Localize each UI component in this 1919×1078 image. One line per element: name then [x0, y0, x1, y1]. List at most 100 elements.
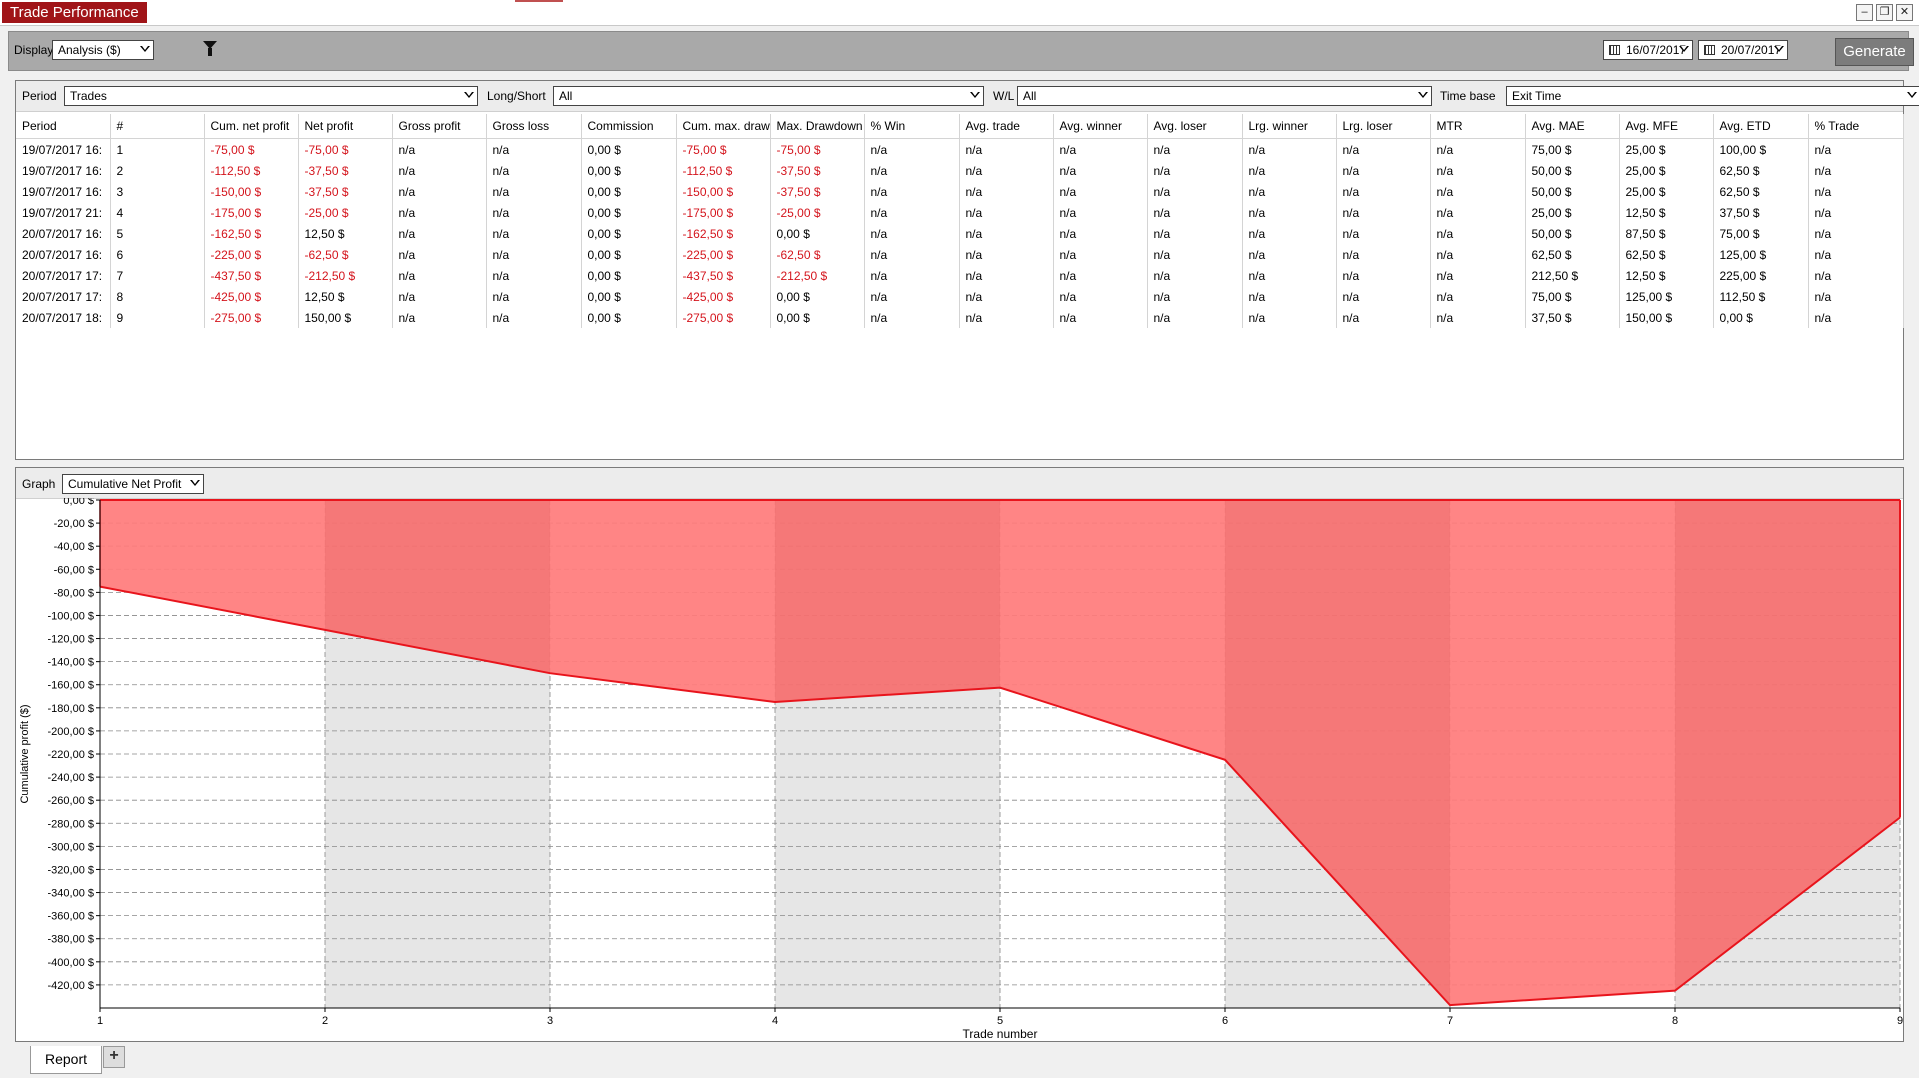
- restore-icon[interactable]: ❐: [1876, 4, 1893, 21]
- add-tab-button[interactable]: +: [103, 1046, 125, 1068]
- column-header[interactable]: Avg. MFE: [1619, 114, 1714, 139]
- period-select-value: Trades: [70, 89, 107, 103]
- table-row[interactable]: 20/07/2017 17: 8 -425,00 $12,50 $ n/a n/a 0,0…: [16, 286, 1904, 307]
- column-header[interactable]: Gross profit: [392, 114, 487, 139]
- table-cell: n/a: [1242, 244, 1337, 265]
- column-header[interactable]: Lrg. loser: [1336, 114, 1431, 139]
- table-cell: n/a: [1336, 265, 1431, 286]
- table-row[interactable]: 20/07/2017 16: 6 -225,00 $ -62,50 $ n/a n/a 0,…: [16, 244, 1904, 265]
- x-tick-label: 8: [1672, 1015, 1678, 1027]
- x-tick-label: 6: [1222, 1015, 1228, 1027]
- table-cell: -212,50 $: [298, 265, 393, 286]
- column-header[interactable]: Avg. loser: [1147, 114, 1243, 139]
- table-row[interactable]: 19/07/2017 16: 2 -112,50 $ -37,50 $ n/a n/a 0,…: [16, 160, 1904, 181]
- y-tick-label: -180,00 $: [48, 703, 94, 715]
- table-cell: n/a: [1336, 286, 1431, 307]
- table-row[interactable]: 19/07/2017 16: 3 -150,00 $ -37,50 $ n/a n/a 0,…: [16, 181, 1904, 202]
- period-select[interactable]: Trades: [64, 86, 478, 106]
- timebase-select[interactable]: Exit Time: [1506, 86, 1919, 106]
- wl-label: W/L: [993, 89, 1015, 103]
- table-cell: 112,50 $: [1713, 286, 1809, 307]
- table-cell: -175,00 $: [676, 202, 771, 223]
- table-cell: n/a: [1808, 202, 1904, 223]
- table-cell: 7: [110, 265, 205, 286]
- table-cell: n/a: [864, 202, 960, 223]
- chevron-down-icon: [1907, 92, 1917, 98]
- table-cell: -62,50 $: [770, 244, 865, 265]
- table-row[interactable]: 20/07/2017 16: 5 -162,50 $12,50 $ n/a n/a 0,0…: [16, 223, 1904, 244]
- table-cell: 12,50 $: [1619, 202, 1714, 223]
- table-cell: -437,50 $: [676, 265, 771, 286]
- column-header[interactable]: Period: [16, 114, 111, 139]
- column-header[interactable]: Lrg. winner: [1242, 114, 1337, 139]
- column-header[interactable]: Avg. ETD: [1713, 114, 1809, 139]
- y-tick-label: -20,00 $: [54, 518, 94, 530]
- column-header[interactable]: Cum. net profit: [204, 114, 299, 139]
- table-cell: n/a: [1336, 160, 1431, 181]
- table-cell: n/a: [392, 265, 487, 286]
- graph-select[interactable]: Cumulative Net Profit: [62, 474, 204, 494]
- tab-report[interactable]: Report: [30, 1046, 102, 1074]
- column-header[interactable]: Avg. MAE: [1525, 114, 1620, 139]
- column-header[interactable]: Max. Drawdown: [770, 114, 865, 139]
- table-cell: n/a: [1430, 286, 1526, 307]
- table-cell: n/a: [1242, 160, 1337, 181]
- minimize-icon[interactable]: –: [1856, 4, 1873, 21]
- timebase-select-value: Exit Time: [1512, 89, 1562, 103]
- column-header[interactable]: % Win: [864, 114, 960, 139]
- table-cell: n/a: [1053, 160, 1148, 181]
- table-cell: 212,50 $: [1525, 265, 1620, 286]
- chevron-down-icon: [1418, 92, 1428, 98]
- table-cell: -225,00 $: [204, 244, 299, 265]
- column-header[interactable]: Avg. winner: [1053, 114, 1148, 139]
- table-cell: 150,00 $: [1619, 307, 1714, 328]
- table-cell: 20/07/2017 17:: [16, 286, 111, 307]
- table-cell: n/a: [1808, 265, 1904, 286]
- column-header[interactable]: MTR: [1430, 114, 1526, 139]
- y-tick-label: -420,00 $: [48, 980, 94, 992]
- graph-panel: Graph Cumulative Net Profit 0,00 $ -20,00…: [15, 467, 1904, 1042]
- chevron-down-icon: [1679, 46, 1689, 52]
- table-row[interactable]: 20/07/2017 18: 9 -275,00 $150,00 $ n/a n/a 0,…: [16, 307, 1904, 328]
- display-select[interactable]: Analysis ($): [52, 40, 154, 60]
- date-from-picker[interactable]: 16/07/2017: [1603, 40, 1693, 60]
- table-cell: 0,00 $: [581, 223, 677, 244]
- table-cell: 0,00 $: [770, 286, 865, 307]
- table-cell: -75,00 $: [770, 138, 865, 160]
- table-cell: -37,50 $: [770, 181, 865, 202]
- table-row[interactable]: 19/07/2017 21: 4 -175,00 $ -25,00 $ n/a n/a 0,…: [16, 202, 1904, 223]
- column-header[interactable]: Gross loss: [486, 114, 582, 139]
- wl-select[interactable]: All: [1017, 86, 1432, 106]
- column-header[interactable]: % Trade: [1808, 114, 1904, 139]
- filter-icon[interactable]: [203, 41, 217, 56]
- column-header[interactable]: Commission: [581, 114, 677, 139]
- table-cell: n/a: [486, 265, 582, 286]
- y-tick-label: -200,00 $: [48, 726, 94, 738]
- table-cell: n/a: [1147, 181, 1243, 202]
- table-cell: -37,50 $: [298, 181, 393, 202]
- table-cell: 50,00 $: [1525, 181, 1620, 202]
- x-tick-label: 9: [1897, 1015, 1903, 1027]
- table-cell: n/a: [486, 181, 582, 202]
- table-cell: n/a: [486, 138, 582, 160]
- y-tick-label: -300,00 $: [48, 841, 94, 853]
- column-header[interactable]: #: [110, 114, 205, 139]
- table-cell: n/a: [1053, 138, 1148, 160]
- column-header[interactable]: Cum. max. drawdown: [676, 114, 771, 139]
- table-cell: -112,50 $: [204, 160, 299, 181]
- y-tick-label: -320,00 $: [48, 864, 94, 876]
- table-cell: n/a: [1808, 244, 1904, 265]
- table-row[interactable]: 19/07/2017 16: 1 -75,00 $ -75,00 $ n/a n/a 0,0…: [16, 138, 1904, 160]
- table-cell: -275,00 $: [204, 307, 299, 328]
- generate-button[interactable]: Generate: [1835, 38, 1914, 66]
- longshort-select[interactable]: All: [553, 86, 984, 106]
- table-row[interactable]: 20/07/2017 17: 7 -437,50 $ -212,50 $ n/a n/a 0…: [16, 265, 1904, 286]
- date-to-picker[interactable]: 20/07/2017: [1698, 40, 1788, 60]
- close-icon[interactable]: ✕: [1896, 4, 1913, 21]
- table-cell: n/a: [959, 160, 1054, 181]
- table-cell: 20/07/2017 18:: [16, 307, 111, 328]
- table-cell: n/a: [1430, 138, 1526, 160]
- table-cell: n/a: [1336, 138, 1431, 160]
- column-header[interactable]: Avg. trade: [959, 114, 1054, 139]
- column-header[interactable]: Net profit: [298, 114, 393, 139]
